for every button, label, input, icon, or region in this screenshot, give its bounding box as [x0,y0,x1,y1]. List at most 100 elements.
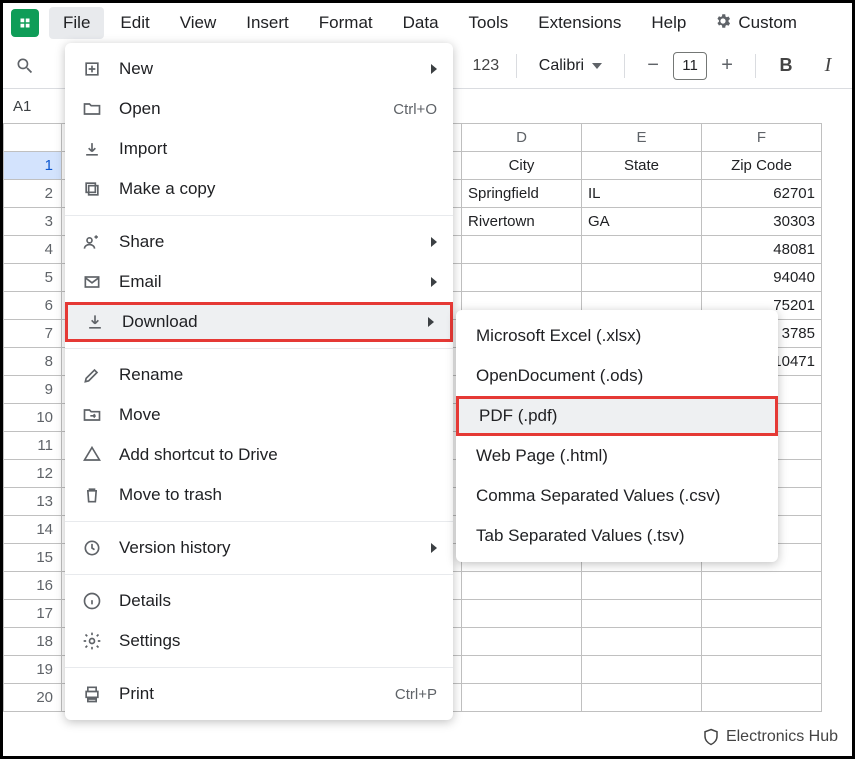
file-settings[interactable]: Settings [65,621,453,661]
file-rename[interactable]: Rename [65,355,453,395]
cell[interactable] [462,572,582,600]
cell[interactable] [582,684,702,712]
row-header[interactable]: 18 [4,628,62,656]
menu-help[interactable]: Help [637,7,700,39]
cell[interactable] [462,628,582,656]
cell[interactable] [462,236,582,264]
cell[interactable]: GA [582,208,702,236]
cell[interactable]: 48081 [702,236,822,264]
menu-extensions[interactable]: Extensions [524,7,635,39]
col-header[interactable]: D [462,124,582,152]
file-add-shortcut[interactable]: Add shortcut to Drive [65,435,453,475]
cell[interactable] [582,600,702,628]
row-header[interactable]: 1 [4,152,62,180]
menu-custom[interactable]: Custom [702,6,809,41]
file-email[interactable]: Email [65,262,453,302]
cell[interactable]: Zip Code [702,152,822,180]
cell[interactable]: IL [582,180,702,208]
row-header[interactable]: 7 [4,320,62,348]
menu-tools[interactable]: Tools [455,7,523,39]
cell[interactable] [702,600,822,628]
cell[interactable] [582,628,702,656]
cell[interactable] [582,236,702,264]
cell[interactable] [582,572,702,600]
file-make-copy[interactable]: Make a copy [65,169,453,209]
file-import[interactable]: Import [65,129,453,169]
download-html[interactable]: Web Page (.html) [456,436,778,476]
cell[interactable] [462,264,582,292]
row-header[interactable]: 8 [4,348,62,376]
cell[interactable]: Rivertown [462,208,582,236]
font-size-input[interactable]: 11 [673,52,707,80]
file-menu: New Open Ctrl+O Import Make a copy Share… [65,43,453,720]
menu-insert[interactable]: Insert [232,7,303,39]
file-download[interactable]: Download [65,302,453,342]
row-header[interactable]: 11 [4,432,62,460]
cell[interactable]: City [462,152,582,180]
row-header[interactable]: 5 [4,264,62,292]
history-icon [81,538,103,558]
download-xlsx[interactable]: Microsoft Excel (.xlsx) [456,316,778,356]
file-share[interactable]: Share [65,222,453,262]
row-header[interactable]: 16 [4,572,62,600]
menu-data[interactable]: Data [389,7,453,39]
sheets-logo [11,9,39,37]
number-format-button[interactable]: 123 [470,50,502,82]
col-header[interactable]: E [582,124,702,152]
file-new[interactable]: New [65,49,453,89]
font-size-increase-button[interactable]: + [713,52,741,80]
file-print[interactable]: Print Ctrl+P [65,674,453,714]
row-header[interactable]: 12 [4,460,62,488]
font-size-decrease-button[interactable]: − [639,52,667,80]
file-move-to-trash[interactable]: Move to trash [65,475,453,515]
search-button[interactable] [11,51,39,81]
download-csv[interactable]: Comma Separated Values (.csv) [456,476,778,516]
cell[interactable] [702,628,822,656]
row-header[interactable]: 17 [4,600,62,628]
label: Rename [119,365,437,385]
download-tsv[interactable]: Tab Separated Values (.tsv) [456,516,778,556]
italic-button[interactable]: I [812,50,844,82]
download-ods[interactable]: OpenDocument (.ods) [456,356,778,396]
row-header[interactable]: 10 [4,404,62,432]
row-header[interactable]: 13 [4,488,62,516]
bold-button[interactable]: B [770,50,802,82]
row-header[interactable]: 6 [4,292,62,320]
download-icon [84,312,106,332]
row-header[interactable]: 19 [4,656,62,684]
font-family-select[interactable]: Calibri [531,57,610,75]
file-move[interactable]: Move [65,395,453,435]
row-header[interactable]: 15 [4,544,62,572]
cell[interactable] [462,656,582,684]
download-pdf[interactable]: PDF (.pdf) [456,396,778,436]
cell[interactable] [582,264,702,292]
folder-icon [81,99,103,119]
cell[interactable] [462,600,582,628]
row-header[interactable]: 14 [4,516,62,544]
select-all-corner[interactable] [4,124,62,152]
col-header[interactable]: F [702,124,822,152]
row-header[interactable]: 4 [4,236,62,264]
file-version-history[interactable]: Version history [65,528,453,568]
row-header[interactable]: 9 [4,376,62,404]
cell[interactable]: 62701 [702,180,822,208]
file-open[interactable]: Open Ctrl+O [65,89,453,129]
cell[interactable]: 30303 [702,208,822,236]
menu-edit[interactable]: Edit [106,7,163,39]
label: Download [122,312,412,332]
cell[interactable] [702,572,822,600]
cell[interactable] [462,684,582,712]
row-header[interactable]: 20 [4,684,62,712]
row-header[interactable]: 3 [4,208,62,236]
menu-file[interactable]: File [49,7,104,39]
cell[interactable]: State [582,152,702,180]
row-header[interactable]: 2 [4,180,62,208]
cell[interactable] [702,684,822,712]
menu-format[interactable]: Format [305,7,387,39]
menu-view[interactable]: View [166,7,231,39]
cell[interactable] [702,656,822,684]
cell[interactable]: Springfield [462,180,582,208]
cell[interactable]: 94040 [702,264,822,292]
file-details[interactable]: Details [65,581,453,621]
cell[interactable] [582,656,702,684]
